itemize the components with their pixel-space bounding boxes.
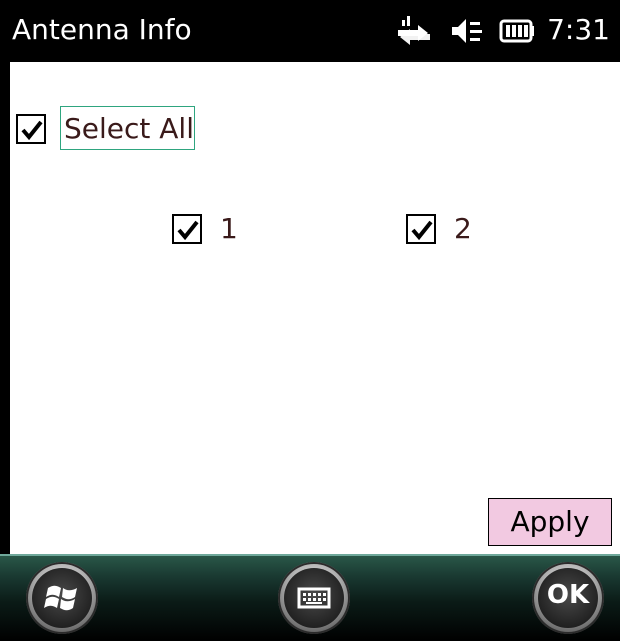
apply-button[interactable]: Apply (488, 498, 612, 546)
start-button[interactable] (26, 562, 98, 634)
keyboard-button[interactable] (278, 562, 350, 634)
antenna-2-checkbox[interactable] (406, 214, 436, 244)
select-all-label[interactable]: Select All (64, 112, 194, 146)
ok-label: OK (546, 580, 590, 610)
select-all-checkbox[interactable] (16, 114, 46, 144)
checkmark-icon (411, 220, 433, 241)
bottom-bar: OK (0, 554, 620, 641)
clock: 7:31 (547, 13, 610, 46)
keyboard-icon (297, 587, 331, 609)
checkmark-icon (177, 220, 199, 241)
title-bar: Antenna Info 7:31 (0, 0, 620, 62)
antenna-2-label[interactable]: 2 (454, 212, 472, 246)
connectivity-arrows-icon (396, 14, 432, 52)
window-title: Antenna Info (12, 13, 192, 46)
main-content: Select All 1 2 Apply (0, 62, 620, 554)
battery-icon (498, 14, 536, 52)
antenna-1-checkbox[interactable] (172, 214, 202, 244)
speaker-volume-icon (448, 14, 484, 52)
antenna-1-label[interactable]: 1 (220, 212, 238, 246)
bottom-bar-highlight (0, 554, 620, 556)
checkmark-icon (21, 120, 43, 141)
ok-button[interactable]: OK (532, 562, 604, 634)
windows-start-icon (44, 585, 77, 611)
left-border (0, 62, 10, 554)
